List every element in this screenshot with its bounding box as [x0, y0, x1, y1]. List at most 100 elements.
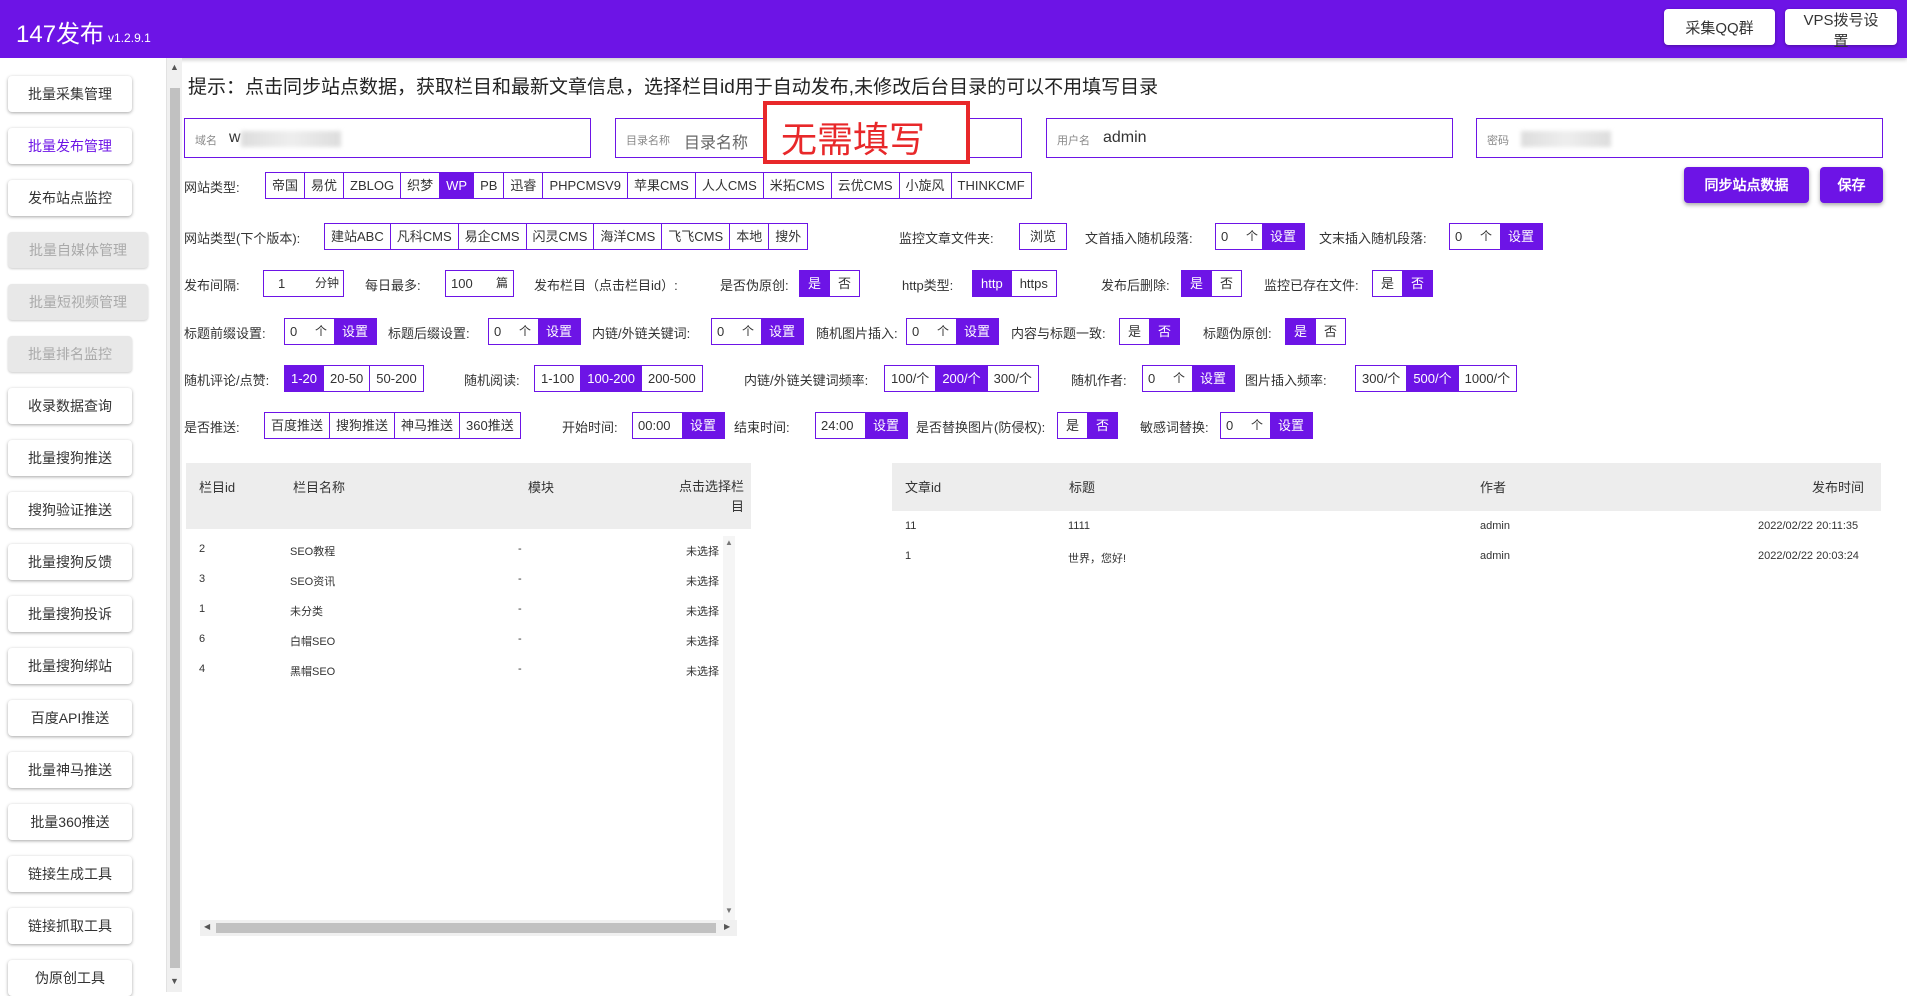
scrollbar-thumb[interactable] — [170, 88, 180, 968]
sidebar-item-shenma-push[interactable]: 批量神马推送 — [8, 752, 132, 788]
site-type-option[interactable]: THINKCMF — [952, 173, 1031, 198]
sidebar-item-sogou-bind[interactable]: 批量搜狗绑站 — [8, 648, 132, 684]
head-para-stepper[interactable]: 0 个 设置 — [1215, 223, 1305, 250]
sidebar-item-link-gen[interactable]: 链接生成工具 — [8, 856, 132, 892]
sync-site-button[interactable]: 同步站点数据 — [1684, 167, 1809, 203]
monitor-exist-yes[interactable]: 是 — [1373, 271, 1404, 296]
site-type2-option[interactable]: 凡科CMS — [391, 224, 459, 249]
sensitive-set-button[interactable]: 设置 — [1269, 413, 1312, 438]
site-type-option[interactable]: ZBLOG — [344, 173, 402, 198]
start-time-input[interactable]: 00:00 设置 — [632, 412, 725, 439]
content-title-yes[interactable]: 是 — [1120, 319, 1151, 344]
end-time-set-button[interactable]: 设置 — [864, 413, 907, 438]
site-type-option[interactable]: 人人CMS — [696, 173, 764, 198]
hscroll-thumb[interactable] — [216, 923, 716, 933]
rand-read-option-selected[interactable]: 100-200 — [581, 366, 642, 391]
site-type-option[interactable]: 易优 — [305, 173, 345, 198]
img-freq-option[interactable]: 1000/个 — [1459, 366, 1517, 391]
column-table-vscroll[interactable]: ▲ ▼ — [723, 536, 735, 920]
sidebar-item-rank[interactable]: 批量排名监控 — [8, 336, 132, 372]
sidebar-item-batch-publish[interactable]: 批量发布管理 — [8, 128, 132, 164]
sidebar-item-media[interactable]: 批量自媒体管理 — [8, 232, 148, 268]
start-time-set-button[interactable]: 设置 — [681, 413, 724, 438]
daily-max-input[interactable]: 100 篇 — [445, 270, 514, 297]
pseudo-yes[interactable]: 是 — [800, 271, 831, 296]
site-type2-option[interactable]: 海洋CMS — [594, 224, 663, 249]
qq-group-button[interactable]: 采集QQ群 — [1664, 9, 1775, 45]
pseudo-no[interactable]: 否 — [830, 271, 859, 296]
http-option[interactable]: http — [973, 271, 1012, 296]
browse-button[interactable]: 浏览 — [1020, 224, 1066, 249]
sidebar-item-sogou-complaint[interactable]: 批量搜狗投诉 — [8, 596, 132, 632]
cell-select[interactable]: 未选择 — [686, 633, 719, 649]
monitor-exist-no[interactable]: 否 — [1403, 271, 1433, 296]
push-option[interactable]: 神马推送 — [395, 413, 461, 438]
sidebar-scrollbar[interactable]: ▲ ▼ — [166, 58, 182, 992]
site-type2-option[interactable]: 闪灵CMS — [527, 224, 595, 249]
save-button[interactable]: 保存 — [1820, 167, 1883, 203]
domain-field[interactable]: 域名 w — [184, 118, 591, 158]
replace-img-no[interactable]: 否 — [1088, 413, 1118, 438]
delete-after-no[interactable]: 否 — [1212, 271, 1241, 296]
push-option[interactable]: 360推送 — [460, 413, 520, 438]
cell-select[interactable]: 未选择 — [686, 573, 719, 589]
site-type2-option[interactable]: 搜外 — [769, 224, 807, 249]
sensitive-stepper[interactable]: 0 个 设置 — [1220, 412, 1313, 439]
head-para-set-button[interactable]: 设置 — [1261, 224, 1304, 249]
site-type-option[interactable]: PHPCMSV9 — [543, 173, 628, 198]
title-prefix-set-button[interactable]: 设置 — [333, 319, 376, 344]
https-option[interactable]: https — [1012, 271, 1056, 296]
cell-select[interactable]: 未选择 — [686, 543, 719, 559]
title-pseudo-no[interactable]: 否 — [1316, 319, 1345, 344]
end-time-input[interactable]: 24:00 设置 — [815, 412, 908, 439]
site-type2-option[interactable]: 易企CMS — [459, 224, 527, 249]
delete-after-yes[interactable]: 是 — [1182, 271, 1213, 296]
rand-comment-option-selected[interactable]: 1-20 — [285, 366, 325, 391]
vps-settings-button[interactable]: VPS拨号设置 — [1785, 9, 1897, 50]
sidebar-item-sogou-push[interactable]: 批量搜狗推送 — [8, 440, 132, 476]
content-title-no[interactable]: 否 — [1150, 319, 1180, 344]
title-pseudo-yes[interactable]: 是 — [1286, 319, 1317, 344]
link-keyword-set-button[interactable]: 设置 — [760, 319, 803, 344]
rand-author-set-button[interactable]: 设置 — [1191, 366, 1234, 391]
site-type-option[interactable]: PB — [474, 173, 505, 198]
site-type-option[interactable]: 迅睿 — [504, 173, 544, 198]
site-type-option-selected[interactable]: WP — [440, 173, 475, 198]
sidebar-item-video[interactable]: 批量短视频管理 — [8, 284, 148, 320]
rand-image-stepper[interactable]: 0 个 设置 — [906, 318, 999, 345]
username-field[interactable]: 用户名 admin — [1046, 118, 1453, 158]
interval-input[interactable]: 1 分钟 — [263, 270, 344, 297]
title-suffix-stepper[interactable]: 0 个 设置 — [488, 318, 581, 345]
push-option[interactable]: 百度推送 — [265, 413, 331, 438]
sidebar-item-batch-collect[interactable]: 批量采集管理 — [8, 76, 132, 112]
site-type-option[interactable]: 苹果CMS — [628, 173, 696, 198]
sidebar-item-link-crawl[interactable]: 链接抓取工具 — [8, 908, 132, 944]
password-field[interactable]: 密码 — [1476, 118, 1883, 158]
link-keyword-stepper[interactable]: 0 个 设置 — [711, 318, 804, 345]
site-type-option[interactable]: 小旋风 — [900, 173, 952, 198]
push-option[interactable]: 搜狗推送 — [330, 413, 396, 438]
rand-read-option[interactable]: 1-100 — [535, 366, 582, 391]
site-type2-option[interactable]: 建站ABC — [325, 224, 391, 249]
site-type-option[interactable]: 米拓CMS — [764, 173, 832, 198]
rand-author-stepper[interactable]: 0 个 设置 — [1142, 365, 1235, 392]
sidebar-item-sogou-verify[interactable]: 搜狗验证推送 — [8, 492, 132, 528]
title-prefix-stepper[interactable]: 0 个 设置 — [284, 318, 377, 345]
scroll-left-icon[interactable]: ◀ — [204, 922, 210, 931]
link-freq-option[interactable]: 300/个 — [988, 366, 1038, 391]
scroll-up-icon[interactable]: ▲ — [170, 62, 179, 72]
title-suffix-set-button[interactable]: 设置 — [537, 319, 580, 344]
site-type2-option[interactable]: 本地 — [730, 224, 770, 249]
site-type-option[interactable]: 帝国 — [266, 173, 306, 198]
scroll-up-icon[interactable]: ▲ — [725, 538, 733, 547]
site-type-option[interactable]: 织梦 — [401, 173, 441, 198]
img-freq-option-selected[interactable]: 500/个 — [1407, 366, 1459, 391]
rand-image-set-button[interactable]: 设置 — [955, 319, 998, 344]
img-freq-option[interactable]: 300/个 — [1356, 366, 1408, 391]
cell-select[interactable]: 未选择 — [686, 663, 719, 679]
scroll-down-icon[interactable]: ▼ — [170, 976, 179, 986]
sidebar-item-site-monitor[interactable]: 发布站点监控 — [8, 180, 132, 216]
replace-img-yes[interactable]: 是 — [1058, 413, 1089, 438]
rand-comment-option[interactable]: 50-200 — [370, 366, 422, 391]
site-type-option[interactable]: 云优CMS — [832, 173, 900, 198]
